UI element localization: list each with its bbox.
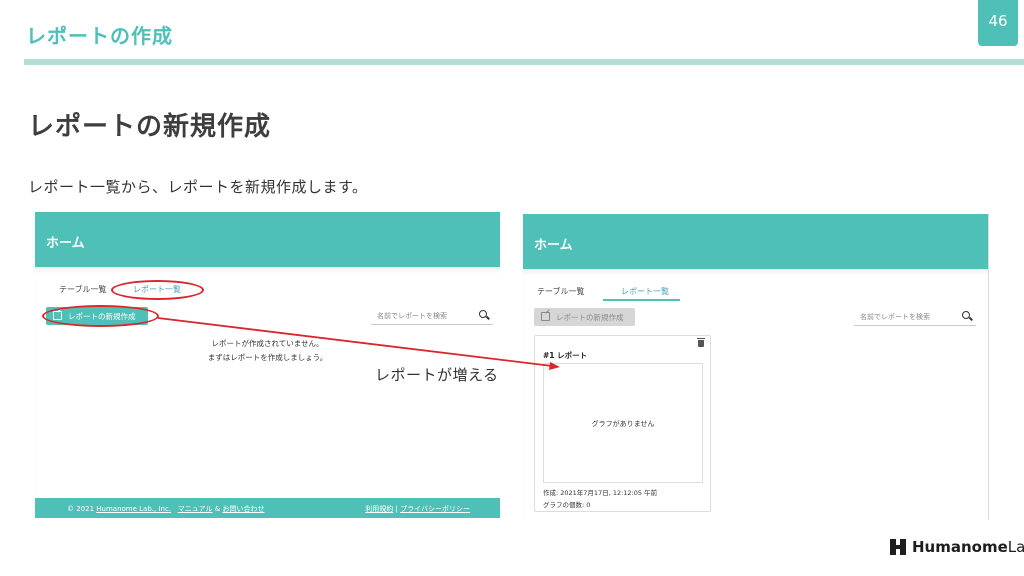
callout-text: レポートが増える — [375, 366, 499, 384]
logo-wordmark: HumanomeLab — [912, 538, 1024, 556]
logo-mark-icon — [890, 539, 906, 555]
arrow-head — [549, 362, 560, 370]
arrow-line — [157, 317, 553, 367]
pointer-arrow — [157, 317, 560, 370]
logo-name-bold: Humanome — [912, 538, 1008, 556]
logo-name-light: Lab — [1007, 538, 1024, 556]
